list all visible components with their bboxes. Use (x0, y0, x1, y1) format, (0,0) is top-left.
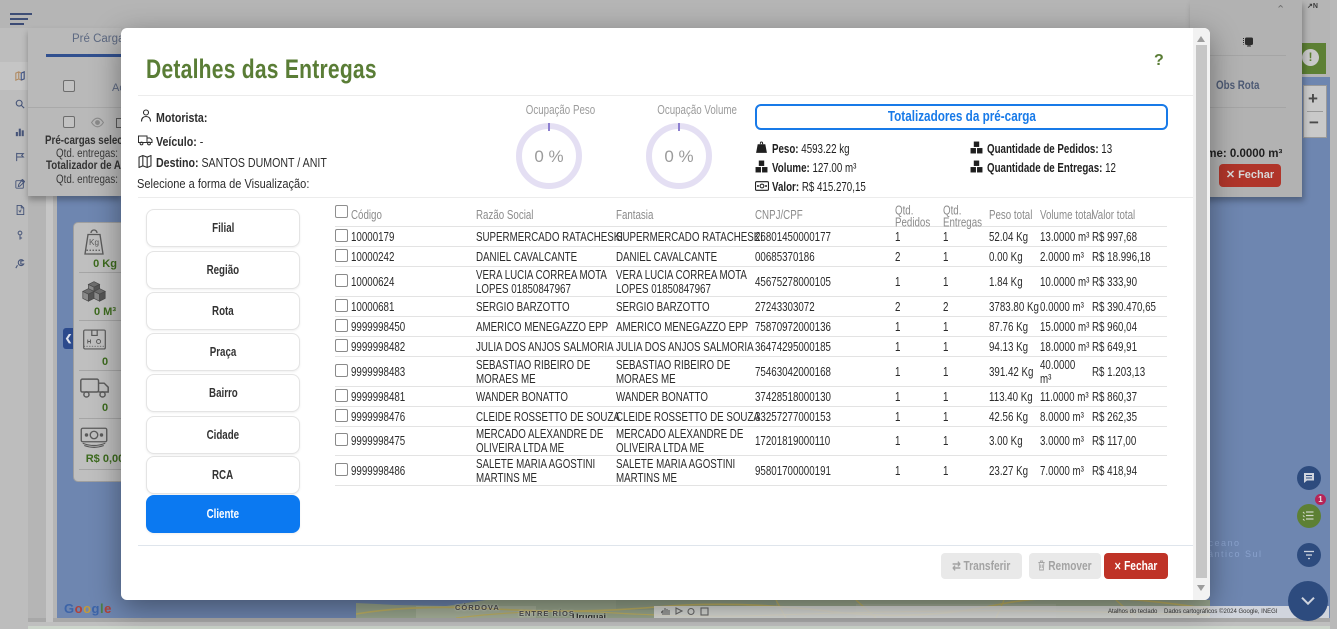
svg-text:Kg: Kg (89, 238, 100, 247)
